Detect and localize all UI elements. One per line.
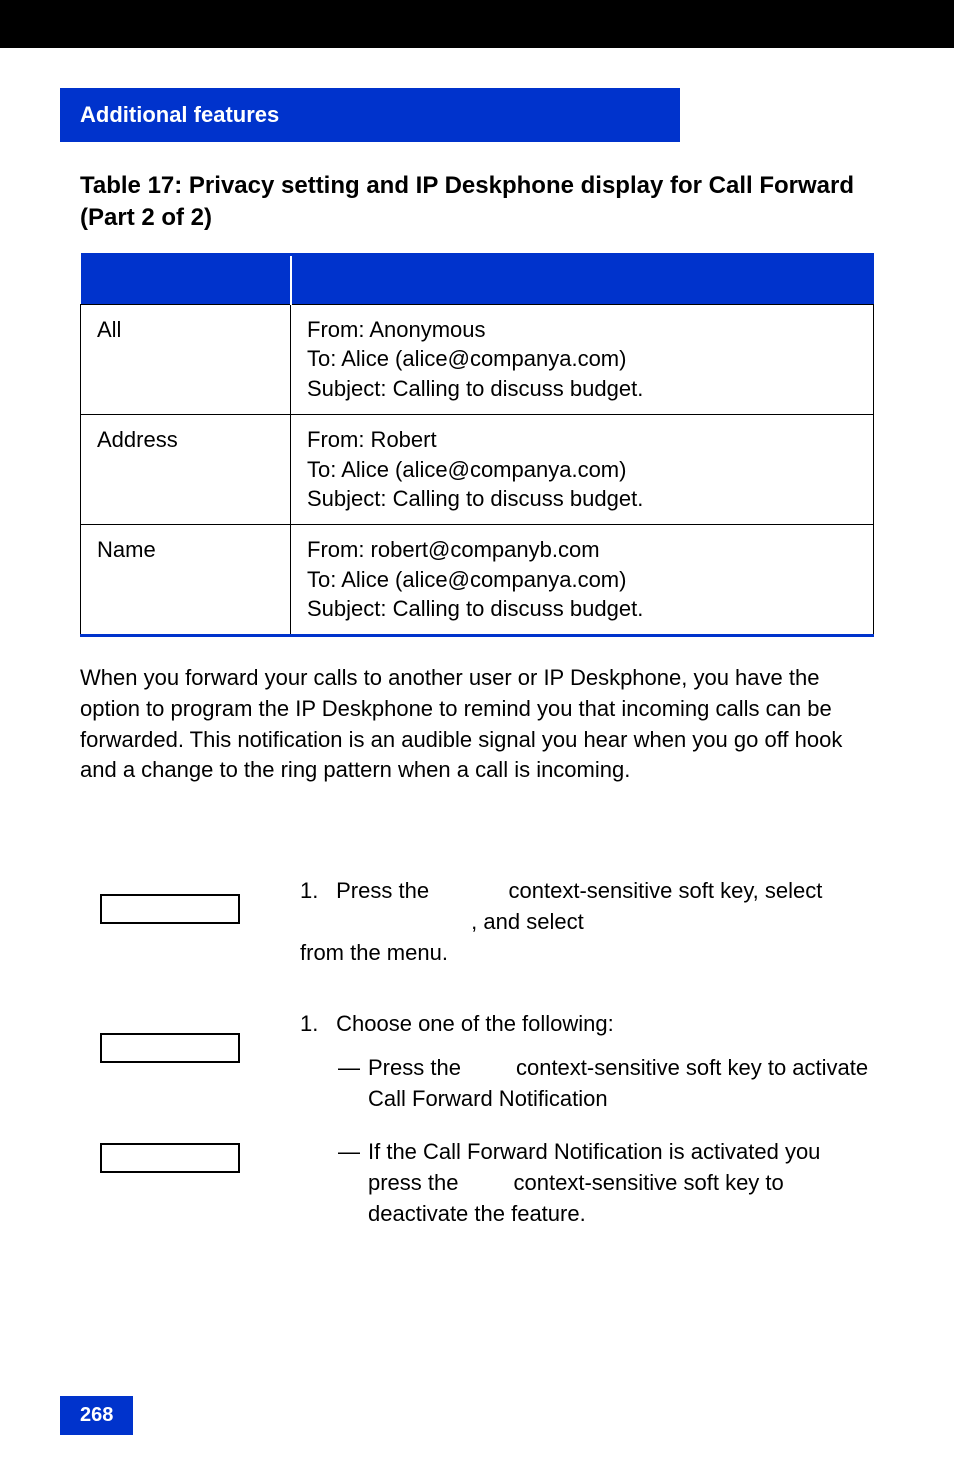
cell-line: Subject: Calling to discuss budget. [307, 594, 857, 624]
section-header: Additional features [60, 88, 680, 142]
text-segment: , and select [471, 909, 590, 934]
cell-line: Subject: Calling to discuss budget. [307, 374, 857, 404]
table-row: All From: Anonymous To: Alice (alice@com… [81, 304, 874, 414]
text-gap [435, 878, 502, 903]
step-number: 1. [300, 876, 330, 907]
page-number: 268 [60, 1396, 133, 1435]
softkey-button[interactable] [100, 894, 240, 924]
table-row: Name From: robert@companyb.com To: Alice… [81, 524, 874, 635]
sub-item: — Press the context-sensitive soft key t… [300, 1053, 874, 1115]
step-number: 1. [300, 1009, 330, 1040]
text-segment: Press the [336, 878, 435, 903]
text-segment: context-sensitive soft key, select [509, 878, 823, 903]
cell-line: To: Alice (alice@companya.com) [307, 455, 857, 485]
text-gap [467, 1055, 510, 1080]
softkey-button[interactable] [100, 1033, 240, 1063]
table-title: Table 17: Privacy setting and IP Deskpho… [80, 170, 874, 235]
text-segment: from the menu. [300, 940, 448, 965]
row-label: All [81, 304, 291, 414]
dash-bullet: — [338, 1053, 368, 1115]
text-segment: Press the [368, 1055, 467, 1080]
privacy-table: All From: Anonymous To: Alice (alice@com… [80, 253, 874, 637]
row-label: Name [81, 524, 291, 635]
row-content: From: robert@companyb.com To: Alice (ali… [291, 524, 874, 635]
table-header-blank-1 [81, 254, 291, 304]
table-row: Address From: Robert To: Alice (alice@co… [81, 414, 874, 524]
cell-line: From: Anonymous [307, 315, 857, 345]
row-label: Address [81, 414, 291, 524]
body-paragraph: When you forward your calls to another u… [80, 663, 874, 786]
step-2-lead: Choose one of the following: [336, 1011, 614, 1036]
softkey-button[interactable] [100, 1143, 240, 1173]
step-row-1: 1. Press the context-sensitive soft key,… [80, 876, 874, 968]
text-gap [300, 909, 465, 934]
cell-line: To: Alice (alice@companya.com) [307, 565, 857, 595]
text-gap [590, 909, 871, 934]
cell-line: From: Robert [307, 425, 857, 455]
dash-bullet: — [338, 1137, 368, 1229]
step-1-text: 1. Press the context-sensitive soft key,… [300, 876, 874, 968]
top-bar [0, 0, 954, 48]
step-row-2: 1. Choose one of the following: — Press … [80, 1009, 874, 1252]
cell-line: To: Alice (alice@companya.com) [307, 344, 857, 374]
table-header-blank-2 [291, 254, 874, 304]
sub-item: — If the Call Forward Notification is ac… [300, 1137, 874, 1229]
cell-line: Subject: Calling to discuss budget. [307, 484, 857, 514]
cell-line: From: robert@companyb.com [307, 535, 857, 565]
row-content: From: Anonymous To: Alice (alice@company… [291, 304, 874, 414]
text-gap [465, 1170, 508, 1195]
row-content: From: Robert To: Alice (alice@companya.c… [291, 414, 874, 524]
